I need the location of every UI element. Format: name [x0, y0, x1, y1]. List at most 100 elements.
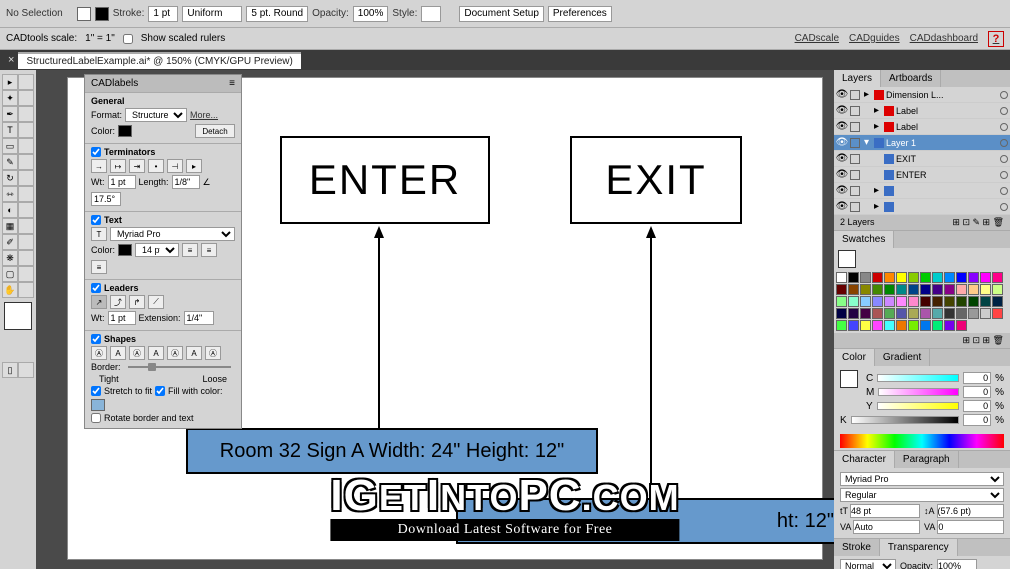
swatch[interactable]: [956, 308, 967, 319]
swatch[interactable]: [944, 284, 955, 295]
trans-opacity-field[interactable]: [937, 559, 977, 569]
swatch[interactable]: [932, 320, 943, 331]
swatch[interactable]: [920, 320, 931, 331]
curvature-tool[interactable]: [18, 106, 34, 122]
swatch-fill[interactable]: [838, 250, 856, 268]
spectrum-bar[interactable]: [840, 434, 1004, 448]
y-value[interactable]: 0: [963, 400, 991, 412]
layer-row[interactable]: 👁ENTER: [834, 167, 1010, 183]
layer-row[interactable]: 👁▸Label: [834, 119, 1010, 135]
swatch[interactable]: [956, 320, 967, 331]
swatch[interactable]: [920, 296, 931, 307]
swatch[interactable]: [956, 284, 967, 295]
text-color-swatch[interactable]: [118, 244, 132, 256]
swatch[interactable]: [872, 308, 883, 319]
draw-mode-tool[interactable]: [18, 362, 34, 378]
swatch[interactable]: [932, 272, 943, 283]
swatch[interactable]: [836, 296, 847, 307]
swatch[interactable]: [920, 272, 931, 283]
cadguides-link[interactable]: CADguides: [849, 33, 900, 44]
disclosure-icon[interactable]: ▾: [864, 137, 872, 148]
slice-tool[interactable]: [18, 266, 34, 282]
swatch[interactable]: [896, 320, 907, 331]
shape-1[interactable]: Ⓐ: [91, 346, 107, 360]
direct-selection-tool[interactable]: [18, 74, 34, 90]
graph-tool[interactable]: [18, 250, 34, 266]
tab-swatches[interactable]: Swatches: [834, 231, 894, 248]
visibility-icon[interactable]: 👁: [836, 121, 848, 133]
swatch[interactable]: [848, 320, 859, 331]
target-icon[interactable]: [1000, 155, 1008, 163]
swatch[interactable]: [836, 308, 847, 319]
swatch[interactable]: [848, 296, 859, 307]
rectangle-tool[interactable]: ▭: [2, 138, 18, 154]
swatch[interactable]: [932, 308, 943, 319]
swatch[interactable]: [968, 308, 979, 319]
fillcolor-checkbox[interactable]: [155, 386, 165, 396]
swatch[interactable]: [872, 320, 883, 331]
layers-actions[interactable]: ⊞ ⊡ ✎ ⊞ 🗑: [952, 217, 1004, 228]
artboard-tool[interactable]: ▢: [2, 266, 18, 282]
disclosure-icon[interactable]: ▸: [874, 105, 882, 116]
disclosure-icon[interactable]: ▸: [874, 121, 882, 132]
layer-row[interactable]: 👁▸: [834, 183, 1010, 199]
swatch[interactable]: [896, 272, 907, 283]
char-va-field[interactable]: [853, 520, 920, 534]
swatch[interactable]: [884, 272, 895, 283]
target-icon[interactable]: [1000, 187, 1008, 195]
visibility-icon[interactable]: 👁: [836, 201, 848, 213]
length-field[interactable]: [172, 175, 200, 189]
leader-style-4[interactable]: ⟋: [148, 295, 164, 309]
c-slider[interactable]: [877, 374, 959, 382]
swatch[interactable]: [836, 272, 847, 283]
term-style-5[interactable]: ⊣: [167, 159, 183, 173]
char-size-field[interactable]: [850, 504, 920, 518]
m-slider[interactable]: [878, 388, 959, 396]
swatch[interactable]: [956, 296, 967, 307]
tab-character[interactable]: Character: [834, 451, 895, 468]
fill-swatch[interactable]: [77, 7, 91, 21]
swatch[interactable]: [884, 296, 895, 307]
angle-field[interactable]: [91, 192, 121, 206]
swatch[interactable]: [980, 284, 991, 295]
lock-box[interactable]: [850, 170, 860, 180]
shape-7[interactable]: Ⓐ: [205, 346, 221, 360]
swatch[interactable]: [956, 272, 967, 283]
leader-wt-field[interactable]: [108, 311, 136, 325]
shape-builder-tool[interactable]: ◐: [2, 202, 18, 218]
tab-close-icon[interactable]: ×: [4, 54, 18, 66]
line-tool[interactable]: [18, 122, 34, 138]
disclosure-icon[interactable]: ▸: [874, 185, 882, 196]
selection-tool[interactable]: ▸: [2, 74, 18, 90]
swatch[interactable]: [968, 284, 979, 295]
target-icon[interactable]: [1000, 123, 1008, 131]
layer-row[interactable]: 👁▸: [834, 199, 1010, 215]
format-select[interactable]: Structured: [125, 108, 187, 122]
swatch[interactable]: [860, 296, 871, 307]
pen-tool[interactable]: ✒: [2, 106, 18, 122]
swatch[interactable]: [860, 320, 871, 331]
layer-row[interactable]: 👁▸Label: [834, 103, 1010, 119]
char-leading-field[interactable]: [937, 504, 1004, 518]
tab-transparency[interactable]: Transparency: [880, 539, 958, 556]
align-center-icon[interactable]: ≡: [201, 243, 217, 257]
swatch[interactable]: [992, 296, 1003, 307]
k-value[interactable]: 0: [963, 414, 991, 426]
swatch[interactable]: [896, 308, 907, 319]
swatch[interactable]: [896, 284, 907, 295]
swatch[interactable]: [884, 320, 895, 331]
swatch[interactable]: [848, 308, 859, 319]
swatch[interactable]: [872, 284, 883, 295]
rotate-tool[interactable]: ↻: [2, 170, 18, 186]
visibility-icon[interactable]: 👁: [836, 185, 848, 197]
swatch[interactable]: [884, 284, 895, 295]
font-family-select[interactable]: Myriad Pro: [110, 227, 235, 241]
eyedropper-tool[interactable]: ✐: [2, 234, 18, 250]
symbol-sprayer-tool[interactable]: ❋: [2, 250, 18, 266]
swatch[interactable]: [992, 284, 1003, 295]
preferences-button[interactable]: Preferences: [548, 6, 612, 22]
swatch[interactable]: [932, 284, 943, 295]
stroke-profile-field[interactable]: Uniform: [182, 6, 242, 22]
swatch[interactable]: [836, 284, 847, 295]
swatch[interactable]: [908, 272, 919, 283]
